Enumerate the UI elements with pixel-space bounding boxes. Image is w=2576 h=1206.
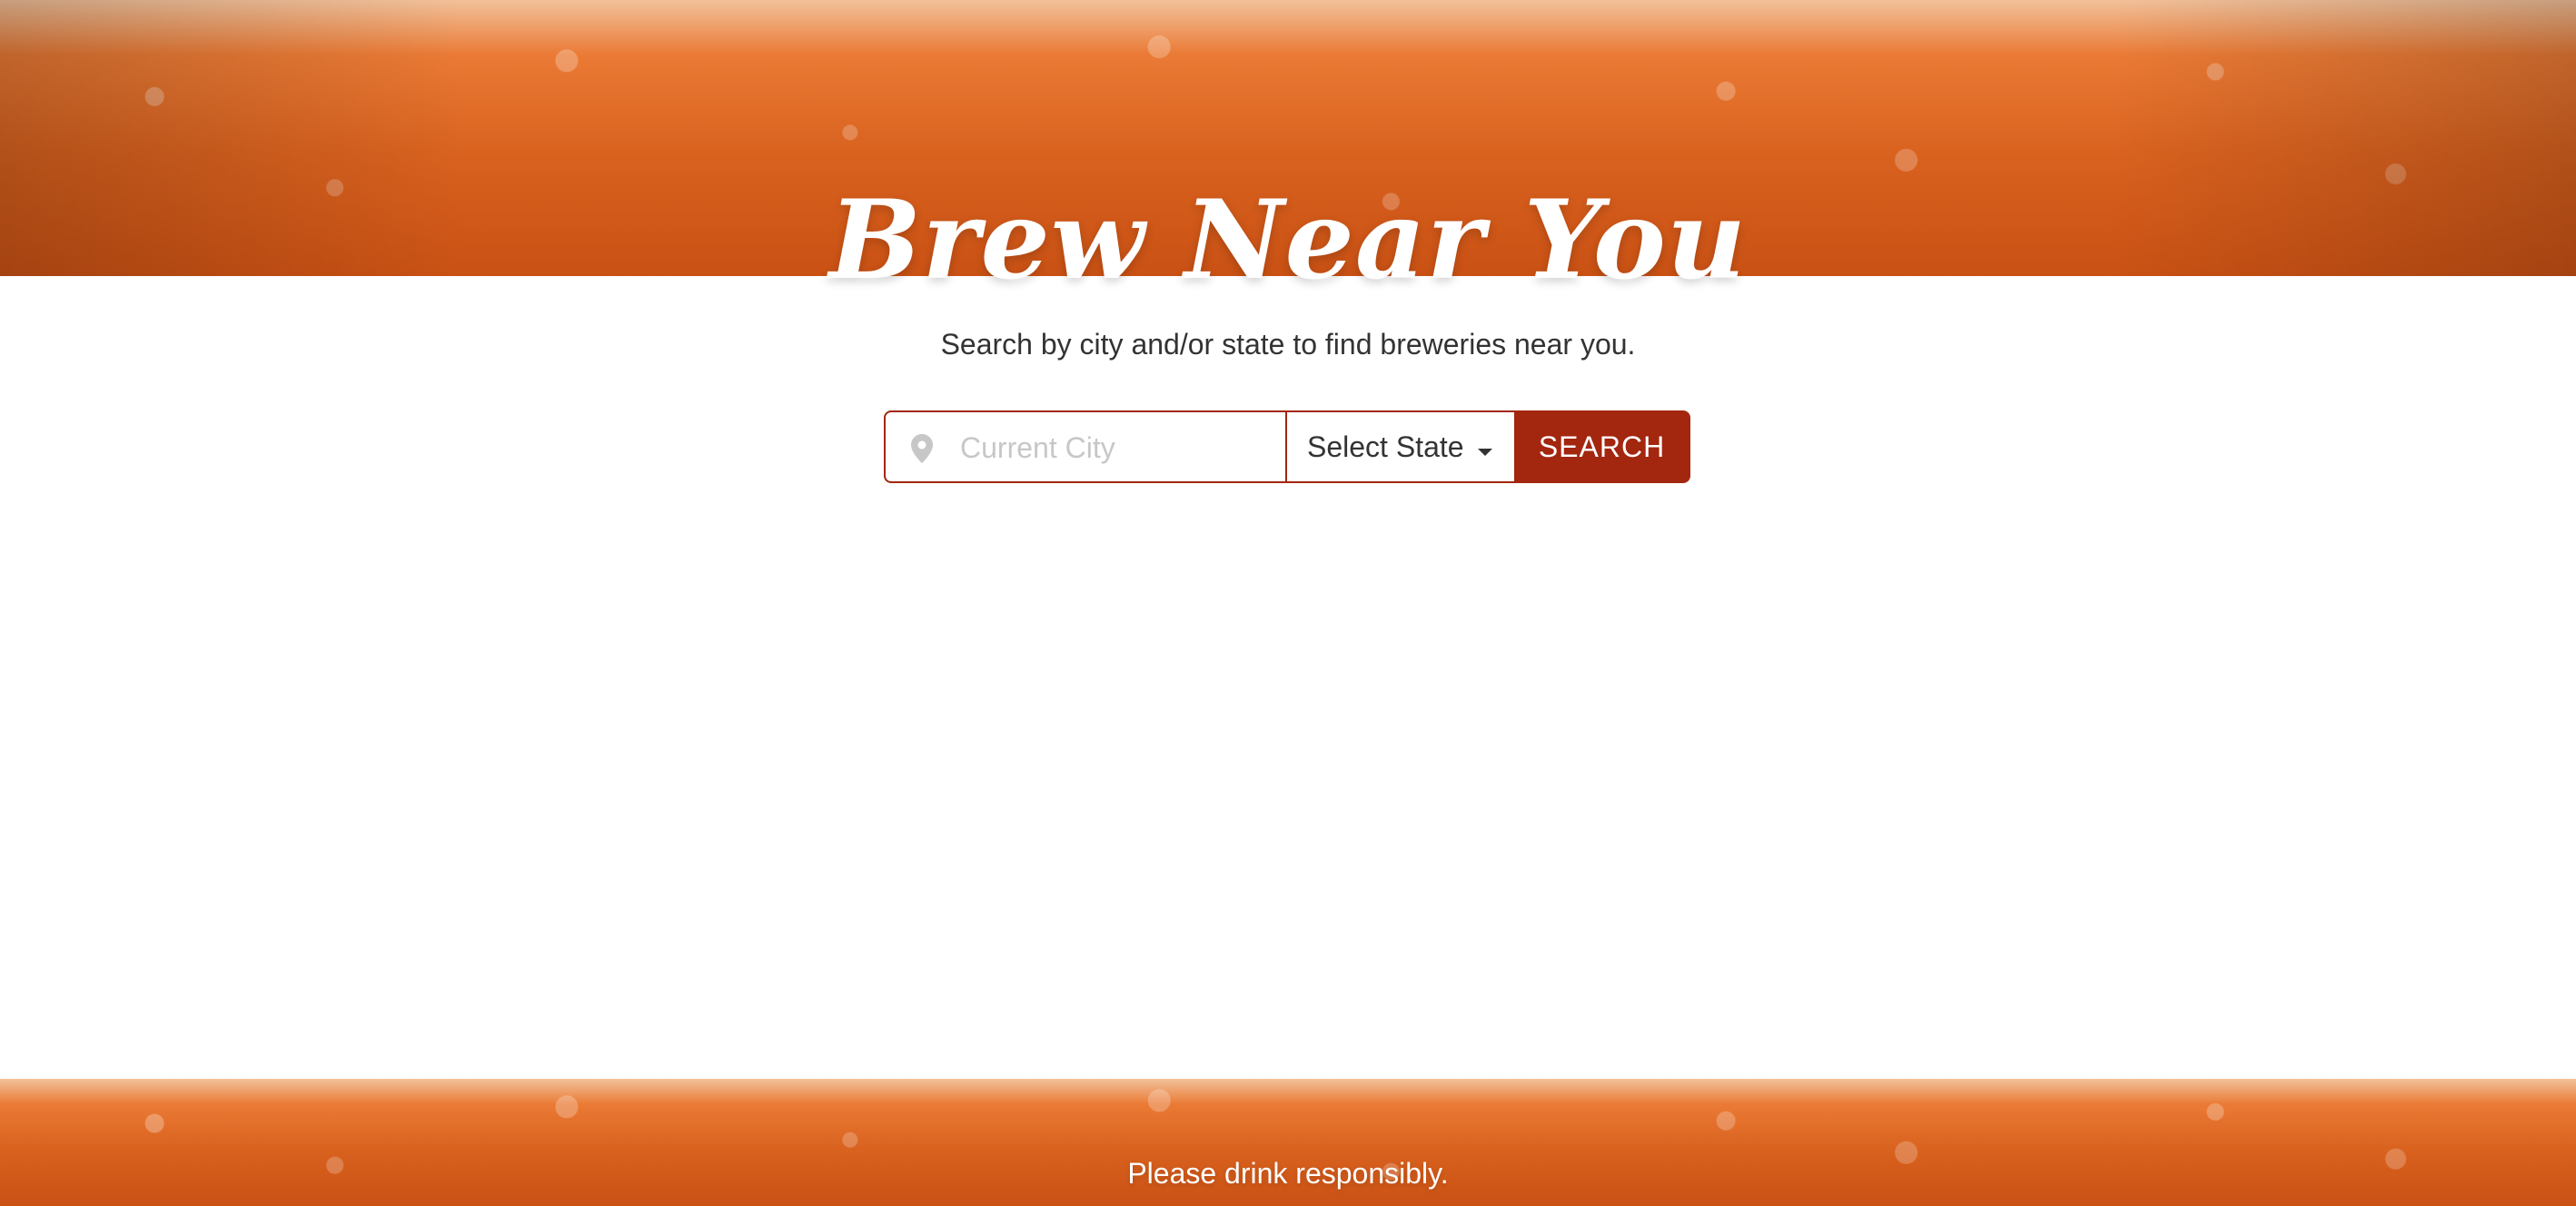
search-button[interactable]: SEARCH	[1515, 410, 1690, 483]
city-field[interactable]	[884, 410, 1286, 483]
footer: Please drink responsibly.	[0, 1079, 2576, 1206]
city-input[interactable]	[958, 412, 1275, 483]
brewery-search-bar: Select State SEARCH	[884, 410, 1690, 483]
caret-down-icon	[1476, 444, 1494, 456]
footer-message: Please drink responsibly.	[1127, 1157, 1449, 1190]
state-select-value: Select State	[1307, 430, 1464, 463]
search-instructions: Search by city and/or state to find brew…	[940, 328, 1636, 361]
map-pin-icon	[907, 432, 936, 465]
state-select[interactable]: Select State	[1286, 410, 1515, 483]
header: Brew Near You	[0, 0, 2576, 295]
main-content: Search by city and/or state to find brew…	[0, 276, 2576, 1079]
